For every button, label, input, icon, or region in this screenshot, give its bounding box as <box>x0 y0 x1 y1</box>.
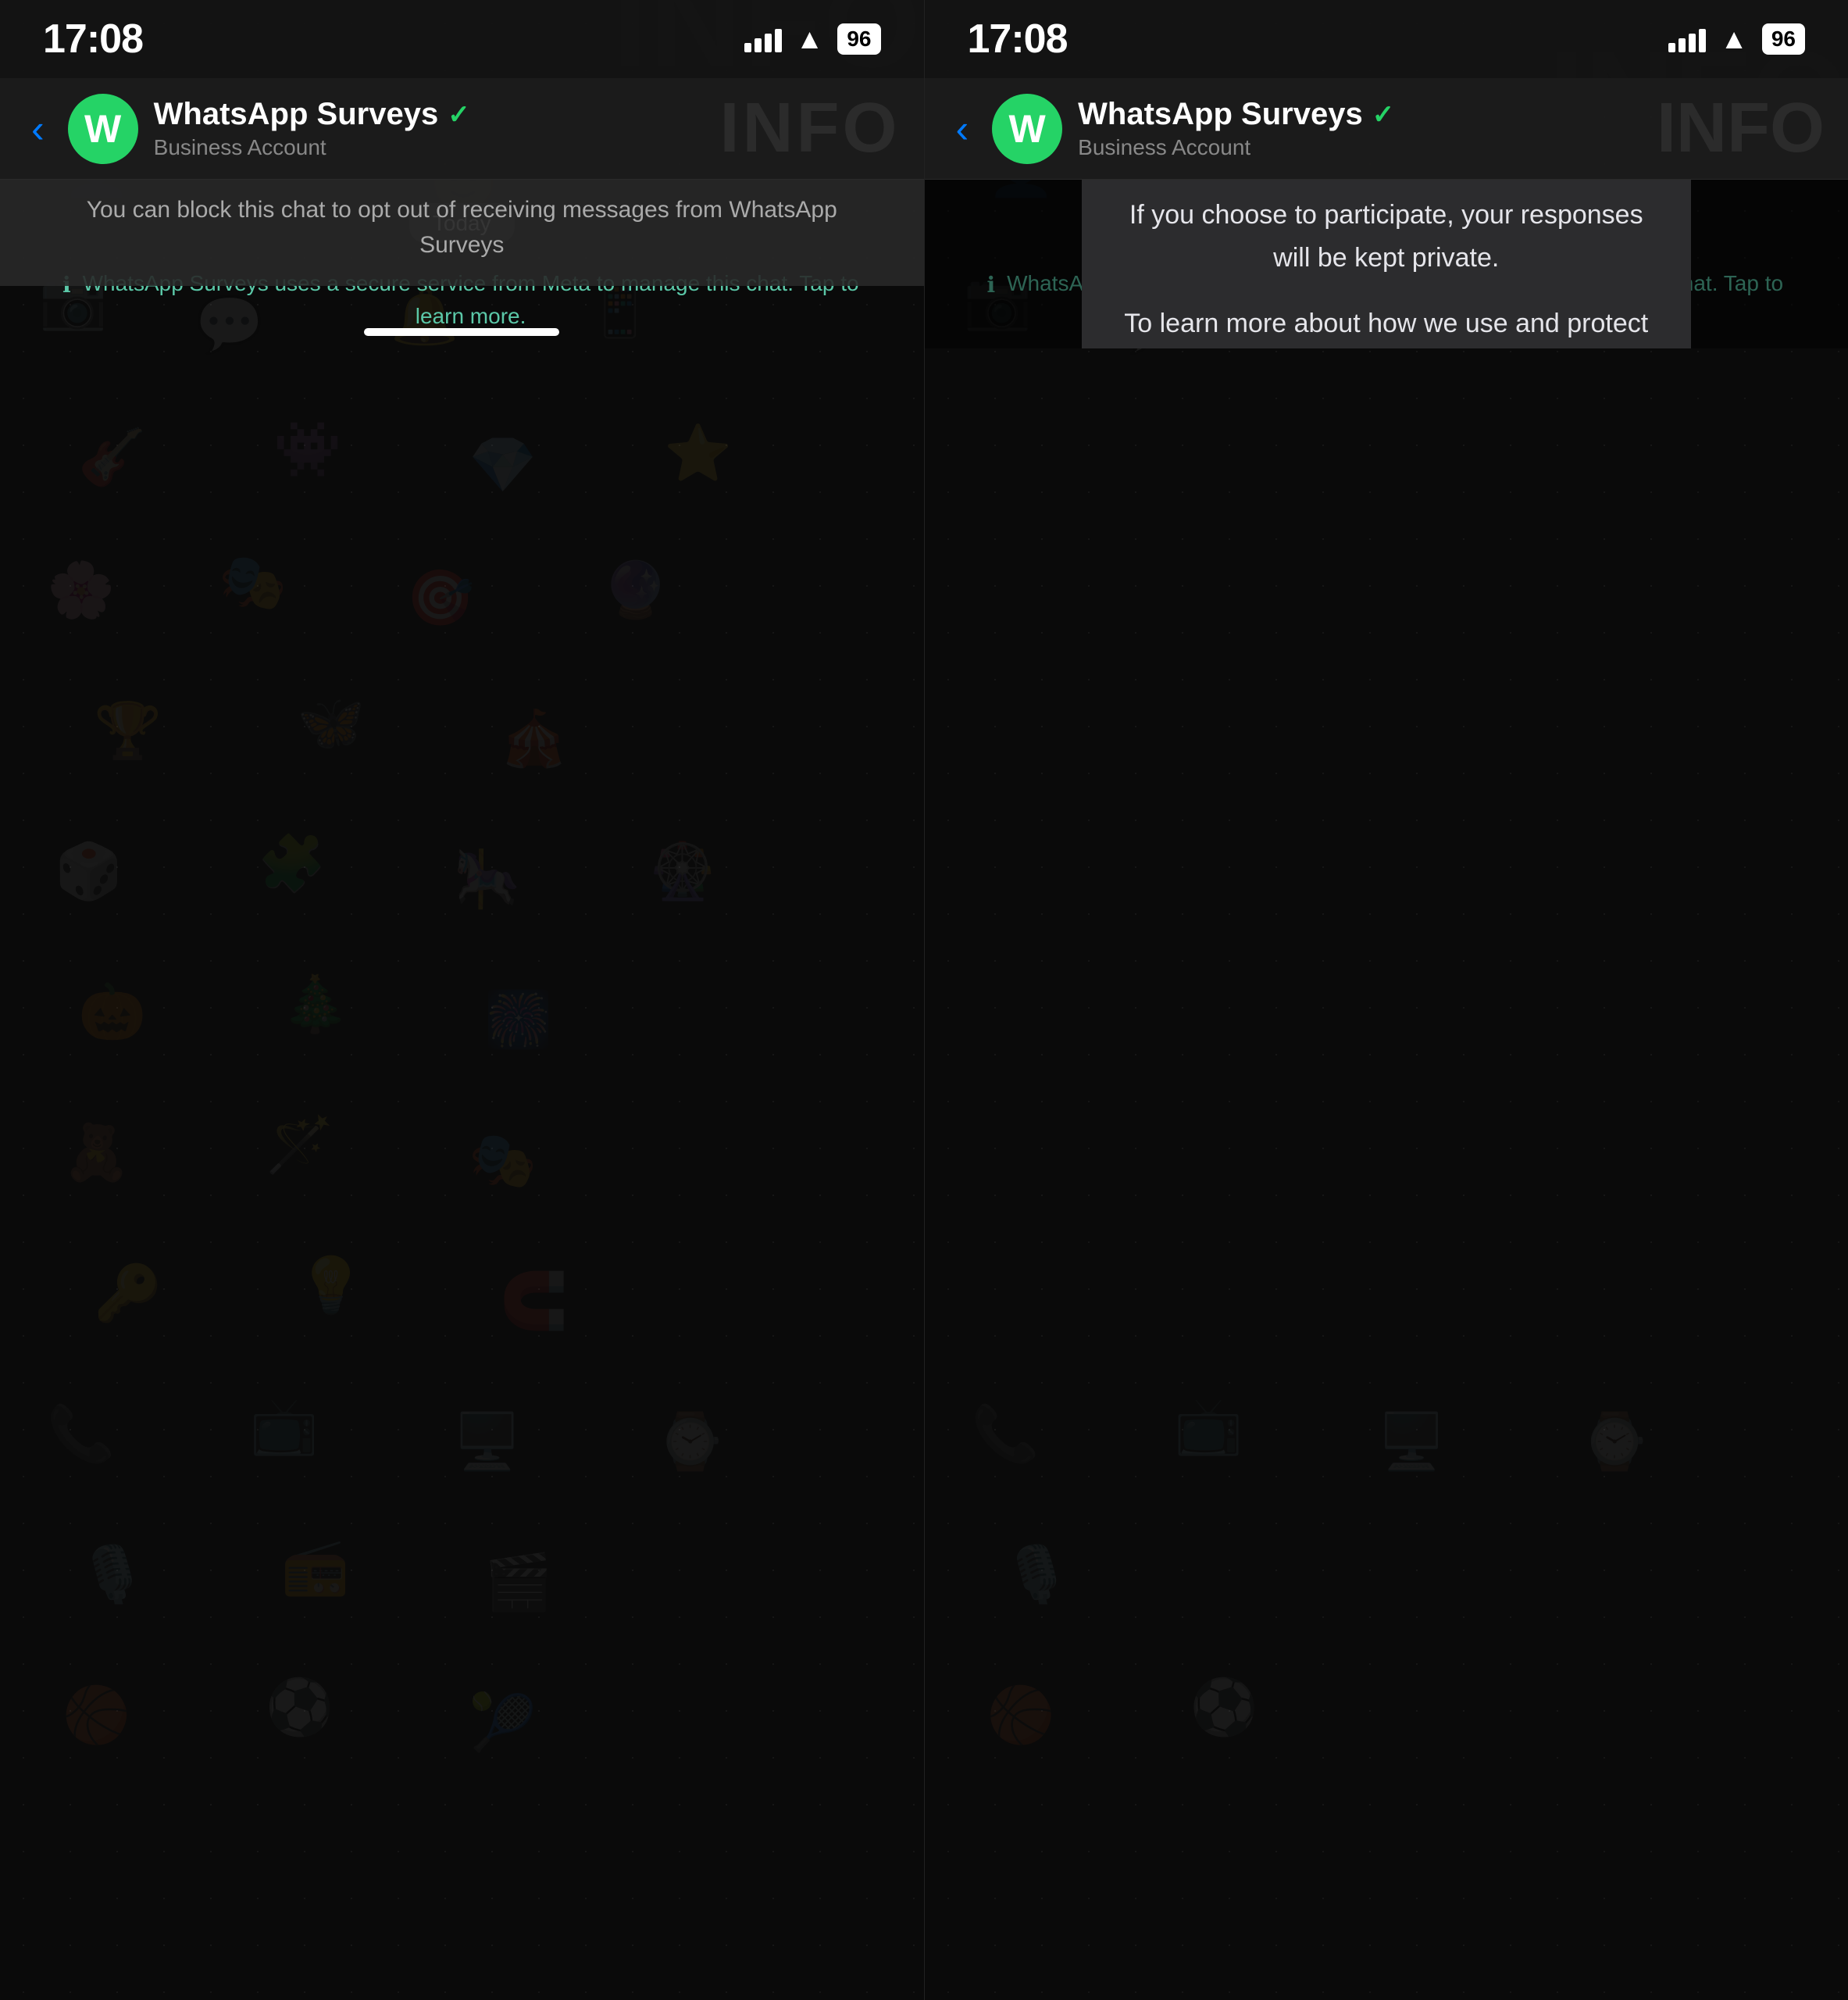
avatar-left: W <box>68 94 138 164</box>
wifi-icon-right: ▲ <box>1720 23 1748 55</box>
signal-bar-1 <box>744 43 751 52</box>
header-left: ‹ W WhatsApp Surveys ✓ Business Account … <box>0 78 924 180</box>
time-right: 17:08 <box>968 16 1068 62</box>
block-notice: You can block this chat to opt out of re… <box>0 180 924 286</box>
account-sub-right: Business Account <box>1078 135 1641 160</box>
battery-wrapper: 96 <box>837 23 880 55</box>
dialog-body: This is the official chat of WhatsApp Su… <box>1082 180 1691 348</box>
header-info-right: WhatsApp Surveys ✓ Business Account <box>1078 97 1641 160</box>
battery-level: 96 <box>837 23 880 55</box>
back-button-left[interactable]: ‹ <box>23 98 52 159</box>
signal-bar-r1 <box>1668 43 1675 52</box>
account-sub-left: Business Account <box>154 135 705 160</box>
signal-icon <box>744 26 782 52</box>
account-name-right: WhatsApp Surveys ✓ <box>1078 97 1641 132</box>
status-bar-right: 17:08 ▲ 96 <box>925 0 1848 78</box>
status-bar-left: 17:08 ▲ 96 <box>0 0 924 78</box>
avatar-right: W <box>992 94 1062 164</box>
time-left: 17:08 <box>43 16 143 62</box>
left-screen: 👤 ★ 🙂 🎵 📷 💬 🔔 📱 🎸 👾 💎 ⭐ 🌸 🎭 🎯 🔮 🏆 🦋 🎪 🎲 … <box>0 0 924 2000</box>
verified-badge-right: ✓ <box>1372 99 1395 130</box>
account-name-left: WhatsApp Surveys ✓ <box>154 97 705 132</box>
battery-level-right: 96 <box>1762 23 1805 55</box>
battery-wrapper-right: 96 <box>1762 23 1805 55</box>
wifi-icon: ▲ <box>796 23 824 55</box>
home-indicator-left <box>364 328 559 336</box>
header-watermark: INFO <box>720 88 901 169</box>
header-right: ‹ W WhatsApp Surveys ✓ Business Account … <box>925 78 1848 180</box>
chat-area-right: Today ℹ WhatsApp Surveys uses a secure s… <box>925 180 1848 348</box>
header-watermark-right: INFO <box>1657 88 1825 169</box>
signal-bar-r3 <box>1689 34 1696 52</box>
signal-bar-r4 <box>1699 29 1706 52</box>
wa-logo-left: W <box>84 106 121 152</box>
right-screen: 👤 ★ 🙂 🎵 📷 💬 🔔 📱 📞 📺 🖥️ ⌚ 🎙️ 🏀 ⚽ INFO 17:… <box>925 0 1848 2000</box>
wa-logo-right: W <box>1009 106 1046 152</box>
signal-bar-4 <box>775 29 782 52</box>
verified-badge-left: ✓ <box>448 99 470 130</box>
header-info-left: WhatsApp Surveys ✓ Business Account <box>154 97 705 160</box>
dialog-box: This is the official chat of WhatsApp Su… <box>1082 180 1691 348</box>
status-icons-right: ▲ 96 <box>1668 23 1805 55</box>
signal-bar-r2 <box>1679 38 1686 52</box>
chat-area-left: Today ℹ WhatsApp Surveys uses a secure s… <box>0 180 924 348</box>
back-button-right[interactable]: ‹ <box>948 98 977 159</box>
signal-bar-2 <box>755 38 762 52</box>
signal-icon-right <box>1668 26 1706 52</box>
dialog-paragraph-3: If you choose to participate, your respo… <box>1121 194 1652 279</box>
status-icons-left: ▲ 96 <box>744 23 881 55</box>
dialog-overlay: This is the official chat of WhatsApp Su… <box>925 180 1848 348</box>
signal-bar-3 <box>765 34 772 52</box>
dialog-paragraph-4: To learn more about how we use and prote… <box>1121 302 1652 348</box>
